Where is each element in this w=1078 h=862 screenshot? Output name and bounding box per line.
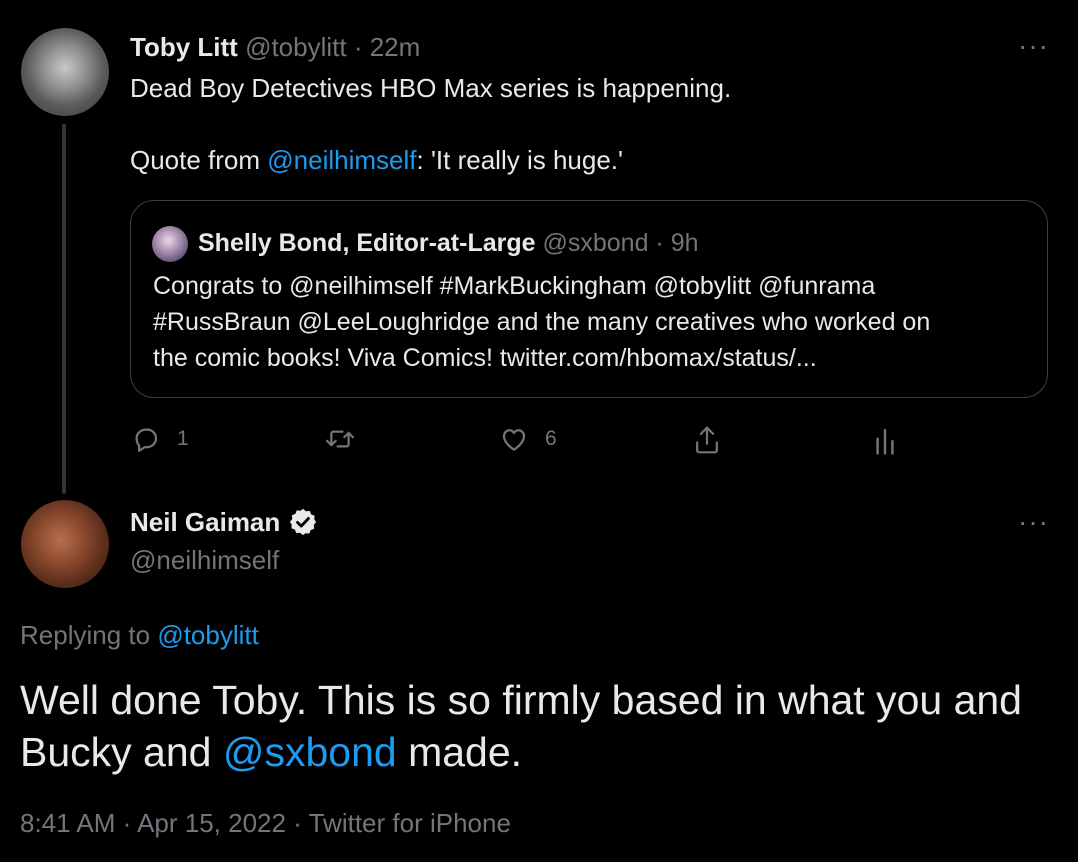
quoted-line1: Congrats to @neilhimself #MarkBuckingham… <box>153 272 876 300</box>
thread-connector-line <box>62 124 66 494</box>
like-button[interactable]: 6 <box>499 424 557 454</box>
tweet1-separator: · <box>346 32 370 62</box>
tweet1-header: Toby Litt @tobylitt · 22m <box>130 30 420 64</box>
tweet1-line2-suffix: : 'It really is huge.' <box>416 145 623 175</box>
replying-mention-tobylitt[interactable]: @tobylitt <box>157 620 259 650</box>
tweet2-more-icon[interactable]: ··· <box>1018 508 1049 536</box>
replying-prefix: Replying to <box>20 620 158 650</box>
quoted-tweet-body: Congrats to @neilhimself #MarkBuckingham… <box>153 268 930 376</box>
quoted-separator: · <box>648 229 671 257</box>
tweet2-text-part2: Bucky and <box>20 729 223 775</box>
tweet2-author-name[interactable]: Neil Gaiman <box>130 505 280 539</box>
retweet-icon <box>325 430 355 448</box>
quoted-author-name[interactable]: Shelly Bond, Editor-at-Large <box>198 229 536 257</box>
tweet2-mention-sxbond[interactable]: @sxbond <box>223 729 397 775</box>
replying-to-line: Replying to @tobylitt <box>20 618 259 652</box>
tweet1-line2: Quote from @neilhimself: 'It really is h… <box>130 142 731 178</box>
verified-badge-icon <box>290 508 317 536</box>
tweet2-text: Well done Toby. This is so firmly based … <box>20 674 1060 778</box>
share-icon <box>696 426 718 454</box>
reply-button[interactable]: 1 <box>131 424 189 454</box>
tweet1-mention-neilhimself[interactable]: @neilhimself <box>267 145 416 175</box>
tweet2-text-part3: made. <box>396 729 523 775</box>
tweet1-author-handle[interactable]: @tobylitt <box>245 32 347 62</box>
tweet2-author-handle[interactable]: @neilhimself <box>130 543 279 577</box>
tweet1-more-icon[interactable]: ··· <box>1018 32 1049 60</box>
tweet1-author-name[interactable]: Toby Litt <box>130 32 238 62</box>
tweet1-line2-prefix: Quote from <box>130 145 268 175</box>
avatar-toby-litt[interactable] <box>21 28 109 116</box>
tweet2-author-row: Neil Gaiman <box>130 505 318 539</box>
quoted-line2: #RussBraun @LeeLoughridge and the many c… <box>153 308 931 336</box>
quoted-line3: the comic books! Viva Comics! twitter.co… <box>153 344 817 372</box>
like-count: 6 <box>545 427 557 450</box>
avatar-shelly-bond[interactable] <box>152 226 188 262</box>
tweet1-time[interactable]: 22m <box>370 32 421 62</box>
avatar-neil-gaiman[interactable] <box>21 500 109 588</box>
reply-icon <box>135 428 158 452</box>
analytics-button[interactable] <box>872 424 898 456</box>
retweet-button[interactable] <box>324 424 356 454</box>
tweet2-text-line1: Well done Toby. This is so firmly based … <box>20 677 1022 723</box>
analytics-icon <box>876 428 894 455</box>
quoted-tweet-header: Shelly Bond, Editor-at-Large @sxbond · 9… <box>198 226 699 260</box>
tweet1-line1: Dead Boy Detectives HBO Max series is ha… <box>130 73 732 103</box>
tweet2-text-line2: Bucky and @sxbond made. <box>20 726 1060 778</box>
quoted-time[interactable]: 9h <box>671 229 699 257</box>
quoted-author-handle[interactable]: @sxbond <box>542 229 648 257</box>
tweet1-body: Dead Boy Detectives HBO Max series is ha… <box>130 70 731 178</box>
reply-count: 1 <box>177 427 189 450</box>
tweet2-timestamp-source[interactable]: 8:41 AM · Apr 15, 2022 · Twitter for iPh… <box>20 806 511 840</box>
like-icon <box>502 429 526 451</box>
share-button[interactable] <box>692 424 722 456</box>
